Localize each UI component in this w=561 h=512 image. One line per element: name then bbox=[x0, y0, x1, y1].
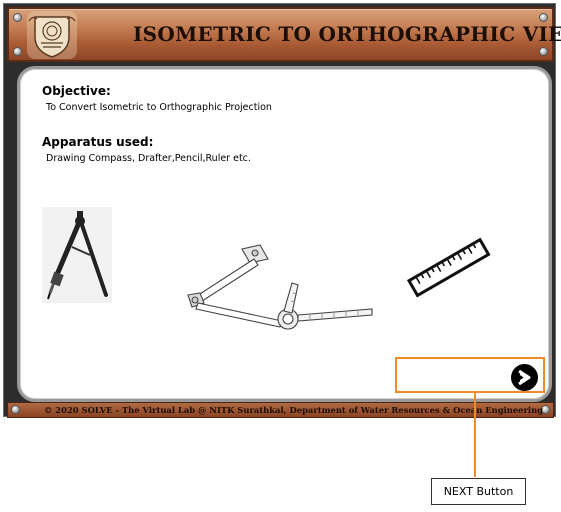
drawing-compass-icon bbox=[42, 207, 112, 303]
rivet-icon bbox=[539, 47, 548, 56]
next-button-highlight bbox=[395, 357, 545, 393]
ruler-icon bbox=[404, 237, 494, 299]
apparatus-text: Drawing Compass, Drafter,Pencil,Ruler et… bbox=[46, 153, 251, 164]
apparatus-heading: Apparatus used: bbox=[42, 135, 154, 149]
drafter-icon bbox=[180, 241, 375, 331]
rivet-icon bbox=[13, 47, 22, 56]
callout-label: NEXT Button bbox=[431, 478, 526, 505]
rivet-icon bbox=[539, 13, 548, 22]
title-bar: ISOMETRIC TO ORTHOGRAPHIC VIEW bbox=[7, 7, 561, 62]
footer-bar: © 2020 SOLVE - The Virtual Lab @ NITK Su… bbox=[7, 402, 554, 418]
callout-line bbox=[474, 393, 476, 477]
copyright-text: © 2020 SOLVE - The Virtual Lab @ NITK Su… bbox=[44, 405, 544, 415]
page-title: ISOMETRIC TO ORTHOGRAPHIC VIEW bbox=[133, 22, 561, 46]
app-window: ISOMETRIC TO ORTHOGRAPHIC VIEW Objective… bbox=[3, 3, 561, 418]
rivet-icon bbox=[11, 405, 20, 414]
content-panel: Objective: To Convert Isometric to Ortho… bbox=[17, 66, 552, 402]
objective-text: To Convert Isometric to Orthographic Pro… bbox=[46, 102, 272, 113]
rivet-icon bbox=[13, 13, 22, 22]
nitk-logo bbox=[27, 11, 77, 59]
objective-heading: Objective: bbox=[42, 84, 111, 98]
